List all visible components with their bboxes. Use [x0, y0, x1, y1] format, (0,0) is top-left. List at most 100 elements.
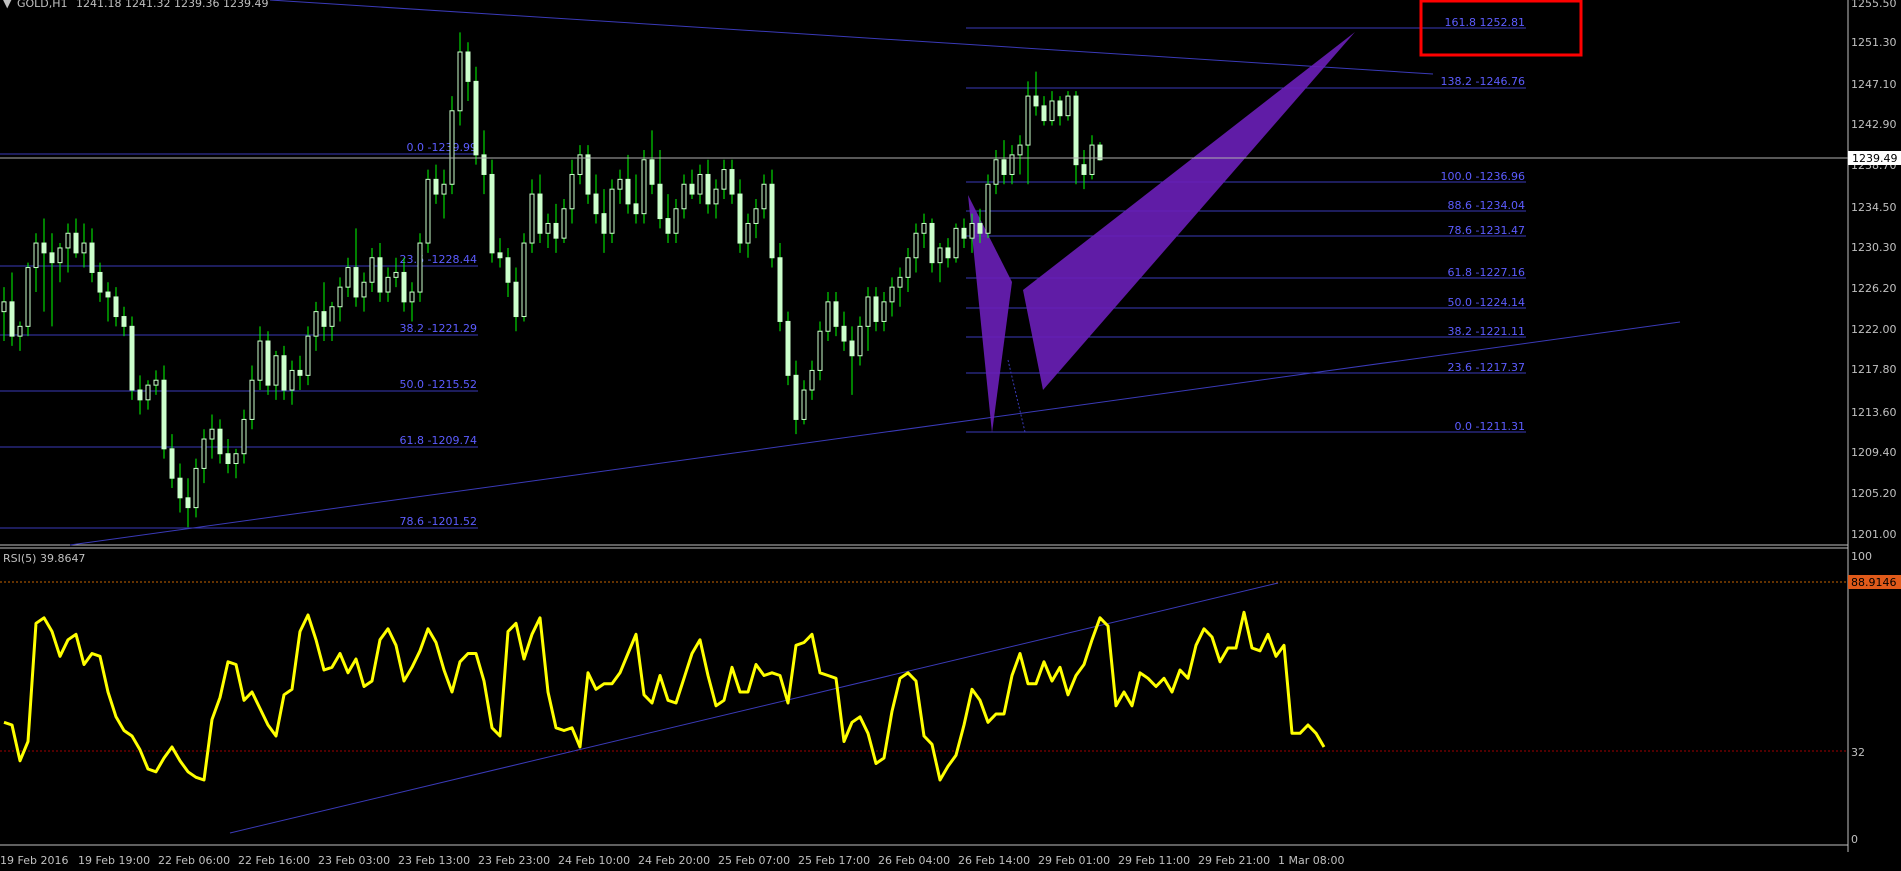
candle-body[interactable]	[401, 271, 407, 303]
candle-body[interactable]	[105, 291, 111, 298]
candle-body[interactable]	[617, 178, 623, 190]
candle-body[interactable]	[961, 227, 967, 239]
candle-body[interactable]	[513, 281, 519, 318]
candle-body[interactable]	[833, 301, 839, 327]
candle-body[interactable]	[289, 369, 295, 391]
candle-body[interactable]	[601, 213, 607, 234]
candle-body[interactable]	[945, 247, 951, 259]
candle-body[interactable]	[969, 222, 975, 239]
candle-body[interactable]	[97, 271, 103, 293]
candle-body[interactable]	[121, 316, 127, 327]
candle-body[interactable]	[249, 379, 255, 420]
candle-body[interactable]	[745, 222, 751, 244]
candle-body[interactable]	[433, 178, 439, 195]
candle-body[interactable]	[1, 301, 7, 313]
candle-body[interactable]	[145, 384, 151, 401]
candle-body[interactable]	[1089, 144, 1095, 175]
candle-body[interactable]	[729, 169, 735, 195]
candle-body[interactable]	[257, 340, 263, 381]
candle-body[interactable]	[681, 183, 687, 210]
collapse-icon[interactable]: ▼	[3, 0, 12, 10]
candle-body[interactable]	[785, 320, 791, 376]
candle-body[interactable]	[1017, 144, 1023, 156]
candle-body[interactable]	[721, 169, 727, 190]
candle-body[interactable]	[897, 276, 903, 288]
candle-body[interactable]	[281, 355, 287, 391]
candle-body[interactable]	[129, 325, 135, 391]
candle-body[interactable]	[153, 379, 159, 386]
candle-body[interactable]	[177, 477, 183, 499]
candle-body[interactable]	[41, 242, 47, 254]
candle-body[interactable]	[505, 257, 511, 283]
candle-body[interactable]	[673, 208, 679, 234]
candle-body[interactable]	[441, 183, 447, 195]
candle-body[interactable]	[1001, 159, 1007, 175]
candle-body[interactable]	[161, 379, 167, 450]
candle-body[interactable]	[73, 232, 79, 254]
candle-body[interactable]	[465, 51, 471, 82]
candle-body[interactable]	[137, 389, 143, 401]
candle-body[interactable]	[329, 306, 335, 327]
candle-body[interactable]	[545, 222, 551, 234]
candle-body[interactable]	[697, 173, 703, 195]
candle-body[interactable]	[345, 267, 351, 288]
candle-body[interactable]	[905, 257, 911, 278]
candle-body[interactable]	[937, 247, 943, 264]
candle-body[interactable]	[665, 218, 671, 234]
candle-body[interactable]	[217, 428, 223, 455]
candle-body[interactable]	[1081, 164, 1087, 175]
candle-body[interactable]	[89, 242, 95, 273]
candle-body[interactable]	[377, 257, 383, 293]
candle-body[interactable]	[361, 281, 367, 298]
candle-body[interactable]	[369, 257, 375, 283]
candle-body[interactable]	[1073, 95, 1079, 166]
candle-body[interactable]	[977, 222, 983, 234]
candle-body[interactable]	[497, 252, 503, 259]
candle-body[interactable]	[793, 374, 799, 420]
candle-body[interactable]	[233, 453, 239, 465]
candle-body[interactable]	[1057, 100, 1063, 117]
candle-body[interactable]	[985, 183, 991, 234]
candle-body[interactable]	[713, 188, 719, 205]
candle-body[interactable]	[425, 178, 431, 244]
candle-body[interactable]	[337, 286, 343, 308]
candle-body[interactable]	[33, 242, 39, 269]
candle-body[interactable]	[809, 369, 815, 391]
candle-body[interactable]	[1049, 100, 1055, 122]
candle-body[interactable]	[273, 355, 279, 386]
candle-body[interactable]	[537, 193, 543, 234]
candle-body[interactable]	[625, 178, 631, 205]
candle-body[interactable]	[889, 286, 895, 303]
candle-body[interactable]	[593, 193, 599, 215]
candle-body[interactable]	[841, 325, 847, 342]
candle-body[interactable]	[305, 335, 311, 376]
candle-body[interactable]	[921, 222, 927, 234]
candle-body[interactable]	[17, 325, 23, 337]
candle-body[interactable]	[641, 159, 647, 215]
candle-body[interactable]	[849, 340, 855, 357]
candle-body[interactable]	[609, 188, 615, 234]
candle-body[interactable]	[265, 340, 271, 386]
candle-body[interactable]	[321, 311, 327, 327]
candle-body[interactable]	[753, 208, 759, 224]
candle-body[interactable]	[929, 222, 935, 264]
candle-body[interactable]	[585, 154, 591, 195]
candle-body[interactable]	[881, 301, 887, 322]
candle-body[interactable]	[737, 193, 743, 244]
candle-body[interactable]	[817, 330, 823, 371]
candle-body[interactable]	[25, 267, 31, 327]
candle-body[interactable]	[297, 369, 303, 376]
candle-body[interactable]	[633, 203, 639, 215]
candle-body[interactable]	[225, 453, 231, 465]
candle-body[interactable]	[761, 183, 767, 210]
candle-body[interactable]	[1065, 95, 1071, 117]
candle-body[interactable]	[81, 242, 87, 254]
candle-body[interactable]	[49, 252, 55, 264]
candle-body[interactable]	[689, 183, 695, 195]
candle-body[interactable]	[1041, 105, 1047, 122]
candle-body[interactable]	[857, 325, 863, 357]
candle-body[interactable]	[777, 257, 783, 322]
candle-body[interactable]	[193, 467, 199, 509]
candle-body[interactable]	[209, 428, 215, 440]
candle-body[interactable]	[1033, 95, 1039, 107]
